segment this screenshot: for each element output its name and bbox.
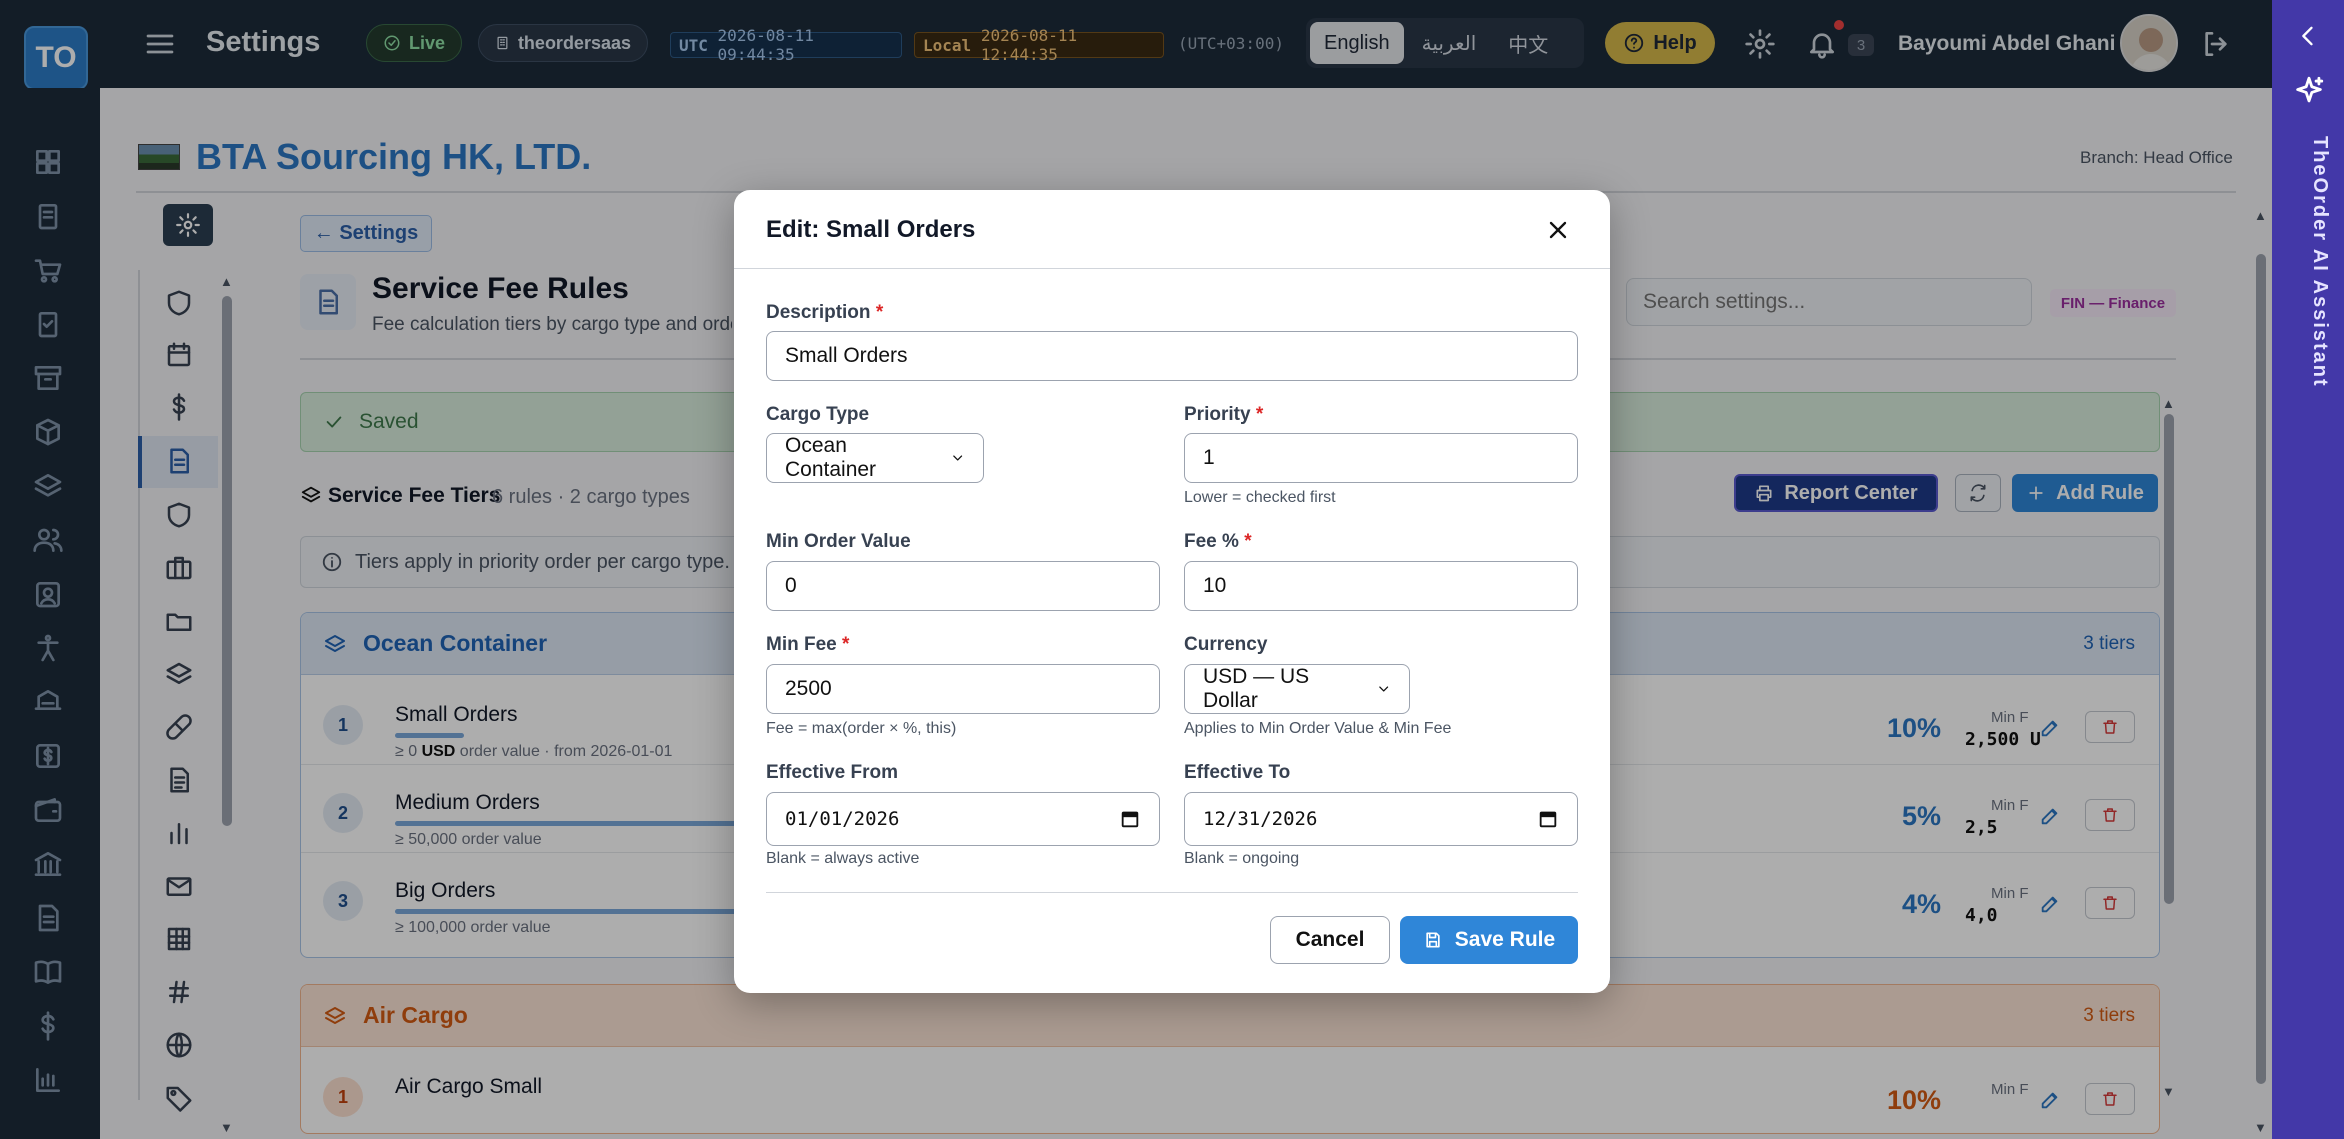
priority-label: Priority * — [1184, 404, 1264, 425]
save-rule-label: Save Rule — [1454, 928, 1556, 951]
edit-rule-modal: Edit: Small Orders Description * Cargo T… — [734, 190, 1610, 993]
description-label-text: Description — [766, 302, 871, 323]
cargo-type-value: Ocean Container — [785, 434, 877, 481]
currency-hint: Applies to Min Order Value & Min Fee — [1184, 720, 1452, 737]
currency-select[interactable]: USD — US Dollar — [1184, 664, 1410, 714]
min-fee-label: Min Fee * — [766, 634, 850, 655]
ai-assistant-panel[interactable]: TheOrder AI Assistant — [2272, 0, 2344, 1139]
cargo-type-select[interactable]: Ocean Container — [766, 433, 984, 483]
calendar-icon[interactable] — [1537, 808, 1559, 830]
effective-to-value: 12/31/2026 — [1203, 808, 1318, 830]
fee-percent-label: Fee % * — [1184, 531, 1252, 552]
effective-from-value: 01/01/2026 — [785, 808, 900, 830]
close-icon[interactable] — [1544, 216, 1572, 244]
priority-hint: Lower = checked first — [1184, 489, 1336, 506]
description-input[interactable] — [766, 331, 1578, 381]
effective-to-label: Effective To — [1184, 762, 1291, 783]
min-fee-label-text: Min Fee — [766, 634, 837, 655]
priority-input[interactable] — [1184, 433, 1578, 483]
save-icon — [1426, 932, 1440, 948]
calendar-icon[interactable] — [1119, 808, 1141, 830]
effective-from-input[interactable]: 01/01/2026 — [766, 792, 1160, 846]
min-fee-input[interactable] — [766, 664, 1160, 714]
currency-value: USD — US Dollar — [1203, 665, 1310, 712]
divider — [734, 268, 1610, 269]
cargo-type-label: Cargo Type — [766, 404, 870, 425]
effective-to-hint: Blank = ongoing — [1184, 850, 1300, 867]
min-order-input[interactable] — [766, 561, 1160, 611]
min-fee-hint: Fee = max(order × %, this) — [766, 720, 957, 737]
modal-title: Edit: Small Orders — [766, 216, 976, 243]
ai-assistant-label: TheOrder AI Assistant — [2309, 136, 2331, 388]
effective-from-label: Effective From — [766, 762, 898, 783]
cancel-button[interactable]: Cancel — [1270, 916, 1390, 964]
fee-percent-label-text: Fee % — [1184, 531, 1239, 552]
chevron-left-icon[interactable] — [2294, 22, 2322, 50]
save-rule-button[interactable]: Save Rule — [1400, 916, 1578, 964]
chevron-down-icon — [952, 455, 962, 461]
effective-from-hint: Blank = always active — [766, 850, 920, 867]
priority-label-text: Priority — [1184, 404, 1251, 425]
effective-to-input[interactable]: 12/31/2026 — [1184, 792, 1578, 846]
divider — [766, 892, 1578, 893]
currency-label: Currency — [1184, 634, 1268, 655]
chevron-down-icon — [1378, 686, 1388, 692]
sparkle-icon — [2292, 74, 2326, 108]
fee-percent-input[interactable] — [1184, 561, 1578, 611]
description-label: Description * — [766, 302, 884, 323]
min-order-label: Min Order Value — [766, 531, 911, 552]
